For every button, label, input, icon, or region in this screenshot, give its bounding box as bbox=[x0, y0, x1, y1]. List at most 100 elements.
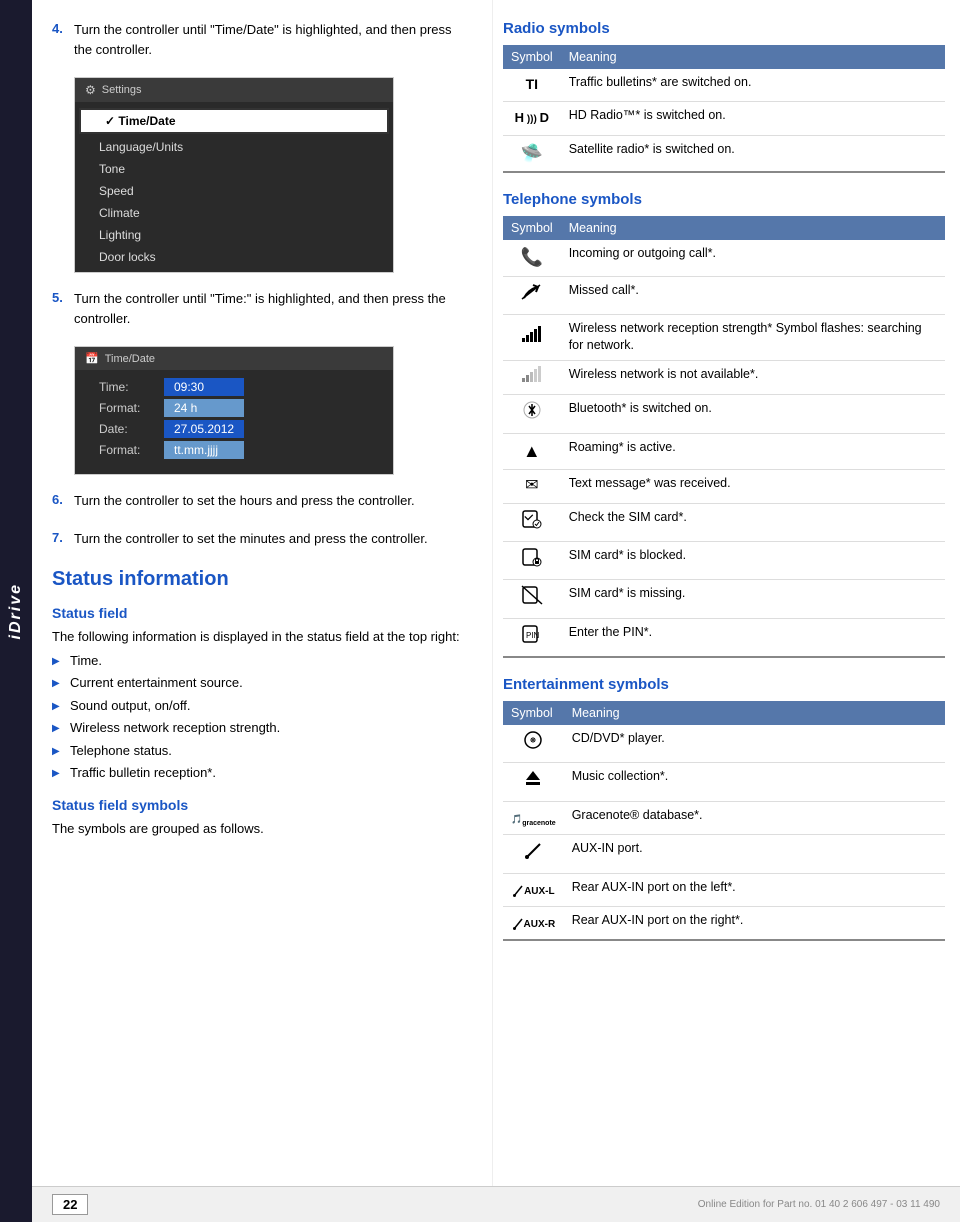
ent-sym-cd bbox=[503, 725, 564, 763]
sim-locked-icon bbox=[521, 547, 543, 567]
table-row: Check the SIM card*. bbox=[503, 503, 945, 541]
bullet-text-entertainment: Current entertainment source. bbox=[70, 673, 243, 693]
step-5-number: 5. bbox=[52, 290, 72, 305]
step-6-number: 6. bbox=[52, 492, 72, 507]
status-field-body: The following information is displayed i… bbox=[52, 627, 472, 647]
ent-sym-eject bbox=[503, 763, 564, 801]
td-value-format1: 24 h bbox=[164, 399, 244, 417]
radio-sym-hd: H ))) D bbox=[503, 102, 561, 135]
table-row: Missed call*. bbox=[503, 276, 945, 314]
timedate-form: Time: 09:30 Format: 24 h Date: 27.05.201… bbox=[75, 370, 393, 474]
table-row: 📞 Incoming or outgoing call*. bbox=[503, 240, 945, 276]
table-row: AUX-IN port. bbox=[503, 835, 945, 873]
ent-meaning-cd: CD/DVD* player. bbox=[564, 725, 945, 763]
bullet-telephone: ▶ Telephone status. bbox=[52, 741, 472, 761]
bullet-arrow-1: ▶ bbox=[52, 654, 64, 669]
tel-sym-text: ✉ bbox=[503, 470, 561, 503]
tel-sym-roaming: ▲ bbox=[503, 433, 561, 469]
calendar-icon: 📅 bbox=[85, 352, 99, 365]
td-label-format1: Format: bbox=[99, 401, 164, 415]
step-6-text: Turn the controller to set the hours and… bbox=[74, 491, 415, 511]
bullet-arrow-5: ▶ bbox=[52, 744, 64, 759]
tel-sym-signal-empty bbox=[503, 360, 561, 394]
screenshot-settings-titlebar: ⚙ Settings bbox=[75, 78, 393, 102]
td-row-time: Time: 09:30 bbox=[99, 378, 383, 396]
table-row: ✉ Text message* was received. bbox=[503, 470, 945, 503]
telephone-symbols-heading: Telephone symbols bbox=[503, 191, 945, 208]
tel-meaning-sim-check: Check the SIM card*. bbox=[561, 503, 945, 541]
menu-item-doorlocks: Door locks bbox=[75, 246, 393, 268]
table-row: ▲ Roaming* is active. bbox=[503, 433, 945, 469]
step-7-number: 7. bbox=[52, 530, 72, 545]
step-4-number: 4. bbox=[52, 21, 72, 36]
radio-col-meaning: Meaning bbox=[561, 45, 945, 69]
ent-sym-auxl: AUX-L bbox=[503, 873, 564, 906]
td-row-format2: Format: tt.mm.jjjj bbox=[99, 441, 383, 459]
tel-meaning-signal-full: Wireless network reception strength* Sym… bbox=[561, 314, 945, 360]
step-7: 7. Turn the controller to set the minute… bbox=[52, 529, 472, 549]
ent-meaning-gracenote: Gracenote® database*. bbox=[564, 801, 945, 834]
table-row: Wireless network is not available*. bbox=[503, 360, 945, 394]
entertainment-symbols-heading: Entertainment symbols bbox=[503, 676, 945, 693]
tel-meaning-call: Incoming or outgoing call*. bbox=[561, 240, 945, 276]
table-row: SIM card* is missing. bbox=[503, 580, 945, 618]
page-number: 22 bbox=[52, 1194, 88, 1215]
td-label-time: Time: bbox=[99, 380, 164, 394]
page-footer: 22 Online Edition for Part no. 01 40 2 6… bbox=[32, 1186, 960, 1222]
table-row: CD/DVD* player. bbox=[503, 725, 945, 763]
left-column: 4. Turn the controller until "Time/Date"… bbox=[32, 0, 492, 1222]
td-value-format2: tt.mm.jjjj bbox=[164, 441, 244, 459]
radio-sym-satellite: 🛸 bbox=[503, 135, 561, 172]
tel-meaning-sim-missing: SIM card* is missing. bbox=[561, 580, 945, 618]
table-row: TI Traffic bulletins* are switched on. bbox=[503, 69, 945, 102]
side-tab-label: iDrive bbox=[7, 583, 25, 639]
step-7-text: Turn the controller to set the minutes a… bbox=[74, 529, 428, 549]
menu-item-tone: Tone bbox=[75, 158, 393, 180]
ent-sym-aux bbox=[503, 835, 564, 873]
tel-meaning-missed: Missed call*. bbox=[561, 276, 945, 314]
screenshot-settings: ⚙ Settings ✓ Time/Date Language/Units To… bbox=[74, 77, 394, 273]
table-row: 🛸 Satellite radio* is switched on. bbox=[503, 135, 945, 172]
svg-text:PIN: PIN bbox=[526, 631, 540, 640]
table-row: AUX-R Rear AUX-IN port on the right*. bbox=[503, 907, 945, 941]
status-information-heading: Status information bbox=[52, 568, 472, 591]
tel-sym-sim-locked bbox=[503, 541, 561, 579]
entertainment-symbols-table: Symbol Meaning CD/DVD* player. bbox=[503, 701, 945, 941]
status-field-symbols-text: The symbols are grouped as follows. bbox=[52, 819, 472, 839]
tel-sym-sim-missing bbox=[503, 580, 561, 618]
radio-sym-ti: TI bbox=[503, 69, 561, 102]
td-row-format1: Format: 24 h bbox=[99, 399, 383, 417]
ent-meaning-auxr: Rear AUX-IN port on the right*. bbox=[564, 907, 945, 941]
bullet-traffic: ▶ Traffic bulletin reception*. bbox=[52, 763, 472, 783]
pin-icon: PIN bbox=[521, 624, 543, 644]
aux-left-icon bbox=[512, 884, 524, 898]
tel-sym-pin: PIN bbox=[503, 618, 561, 657]
menu-item-climate: Climate bbox=[75, 202, 393, 224]
ent-meaning-eject: Music collection*. bbox=[564, 763, 945, 801]
td-value-date: 27.05.2012 bbox=[164, 420, 244, 438]
tel-sym-missed bbox=[503, 276, 561, 314]
main-content: 4. Turn the controller until "Time/Date"… bbox=[32, 0, 960, 1222]
td-label-format2: Format: bbox=[99, 443, 164, 457]
tel-col-meaning: Meaning bbox=[561, 216, 945, 240]
bullet-arrow-4: ▶ bbox=[52, 721, 64, 736]
step-5: 5. Turn the controller until "Time:" is … bbox=[52, 289, 472, 328]
radio-symbols-table: Symbol Meaning TI Traffic bulletins* are… bbox=[503, 45, 945, 173]
ent-sym-gracenote: 🎵gracenote bbox=[503, 801, 564, 834]
screenshot-timedate-titlebar: 📅 Time/Date bbox=[75, 347, 393, 370]
signal-full-icon bbox=[522, 326, 541, 342]
tel-meaning-text: Text message* was received. bbox=[561, 470, 945, 503]
aux-right-icon bbox=[512, 917, 524, 931]
settings-menu-list: ✓ Time/Date Language/Units Tone Speed Cl… bbox=[75, 102, 393, 272]
side-tab: iDrive bbox=[0, 0, 32, 1222]
bullet-text-sound: Sound output, on/off. bbox=[70, 696, 190, 716]
missed-call-icon bbox=[521, 282, 543, 302]
step-4-text: Turn the controller until "Time/Date" is… bbox=[74, 20, 472, 59]
radio-symbols-heading: Radio symbols bbox=[503, 20, 945, 37]
menu-item-lighting: Lighting bbox=[75, 224, 393, 246]
table-row: AUX-L Rear AUX-IN port on the left*. bbox=[503, 873, 945, 906]
status-field-bullets: ▶ Time. ▶ Current entertainment source. … bbox=[52, 651, 472, 783]
menu-item-timedate: ✓ Time/Date bbox=[79, 108, 389, 134]
td-label-date: Date: bbox=[99, 422, 164, 436]
td-value-time: 09:30 bbox=[164, 378, 244, 396]
